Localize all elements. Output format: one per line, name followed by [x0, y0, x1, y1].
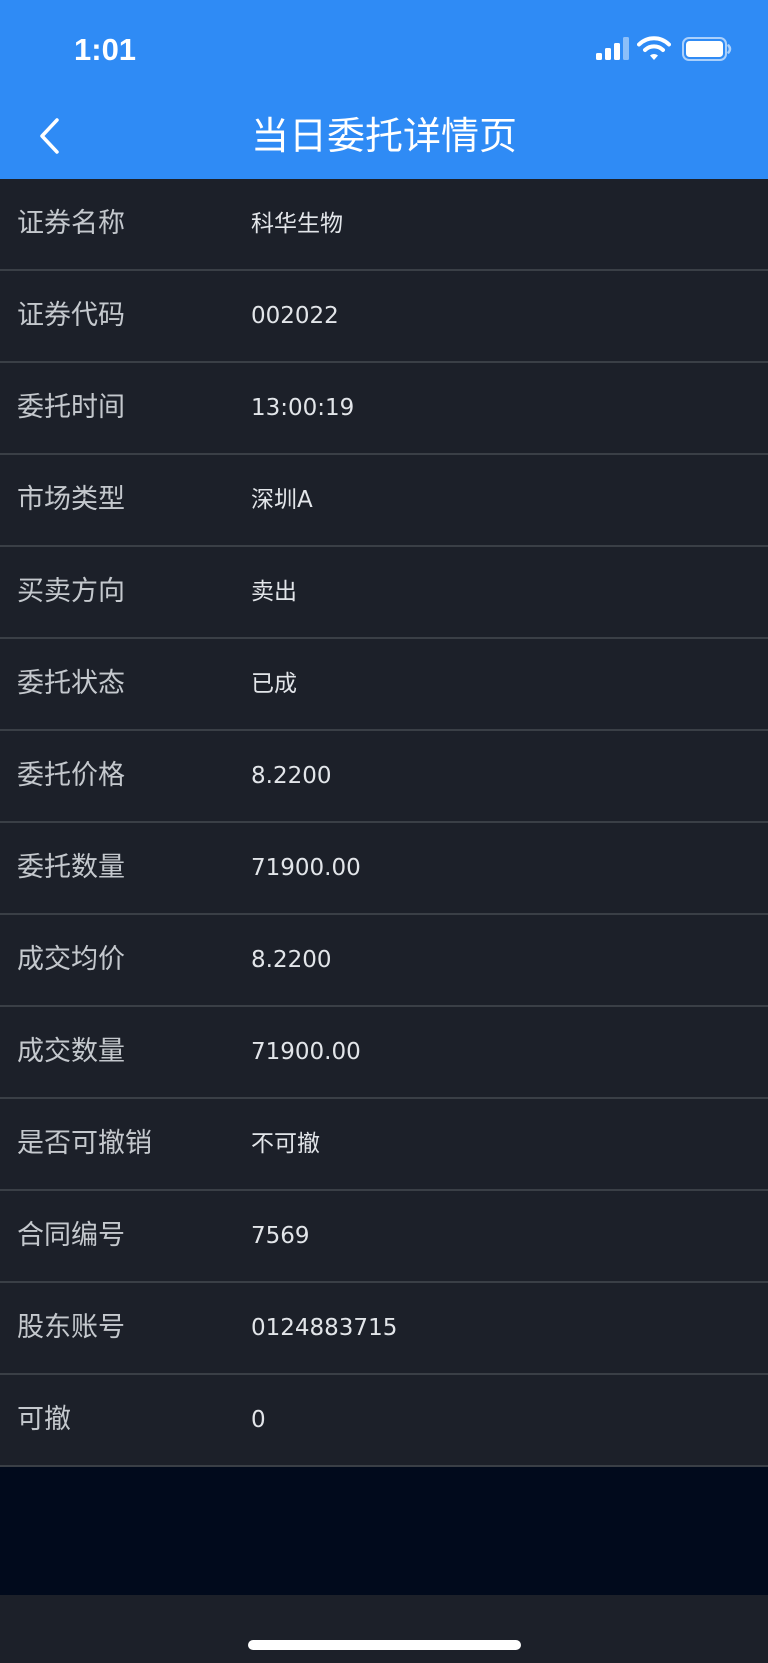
- row-label: 股东账号: [17, 1312, 125, 1343]
- page-title: 当日委托详情页: [250, 114, 517, 158]
- row-value: 71900.00: [251, 1039, 361, 1065]
- row-label: 委托状态: [17, 668, 125, 699]
- detail-row-order-price: 委托价格 8.2200: [0, 731, 768, 823]
- back-button[interactable]: [28, 108, 72, 164]
- chevron-left-icon: [40, 118, 59, 154]
- row-label: 可撤: [17, 1404, 71, 1435]
- detail-row-avg-fill-price: 成交均价 8.2200: [0, 915, 768, 1007]
- detail-row-order-status: 委托状态 已成: [0, 639, 768, 731]
- row-value: 8.2200: [251, 947, 332, 973]
- detail-row-cancellable: 是否可撤销 不可撤: [0, 1099, 768, 1191]
- detail-row-market-type: 市场类型 深圳A: [0, 455, 768, 547]
- row-label: 合同编号: [17, 1220, 125, 1251]
- detail-row-security-code: 证券代码 002022: [0, 271, 768, 363]
- row-label: 证券代码: [17, 300, 125, 331]
- row-value: 科华生物: [251, 211, 343, 237]
- detail-row-security-name: 证券名称 科华生物: [0, 179, 768, 271]
- status-bar-icons: [590, 30, 740, 70]
- home-indicator[interactable]: [248, 1640, 521, 1650]
- row-value: 卖出: [251, 579, 297, 605]
- row-value: 不可撤: [251, 1131, 320, 1157]
- cellular-signal-icon: [596, 36, 632, 60]
- detail-row-order-quantity: 委托数量 71900.00: [0, 823, 768, 915]
- bottom-safe-area: [0, 1595, 768, 1663]
- detail-row-trade-direction: 买卖方向 卖出: [0, 547, 768, 639]
- order-detail-list: 证券名称 科华生物 证券代码 002022 委托时间 13:00:19 市场类型…: [0, 179, 768, 1467]
- row-label: 买卖方向: [17, 576, 125, 607]
- wifi-icon: [637, 35, 671, 61]
- row-label: 成交数量: [17, 1036, 125, 1067]
- battery-icon: [682, 37, 732, 61]
- app-header: 1:01 当日委托详情页: [0, 0, 768, 179]
- row-value: 002022: [251, 303, 339, 329]
- detail-row-order-time: 委托时间 13:00:19: [0, 363, 768, 455]
- row-value: 13:00:19: [251, 395, 355, 421]
- row-label: 成交均价: [17, 944, 125, 975]
- row-label: 是否可撤销: [17, 1128, 152, 1159]
- detail-row-contract-number: 合同编号 7569: [0, 1191, 768, 1283]
- row-label: 市场类型: [17, 484, 125, 515]
- detail-row-shareholder-account: 股东账号 0124883715: [0, 1283, 768, 1375]
- row-label: 委托数量: [17, 852, 125, 883]
- detail-row-cancellable-quantity: 可撤 0: [0, 1375, 768, 1467]
- row-label: 委托价格: [17, 760, 125, 791]
- row-value: 8.2200: [251, 763, 332, 789]
- row-value: 0124883715: [251, 1315, 398, 1341]
- detail-row-fill-quantity: 成交数量 71900.00: [0, 1007, 768, 1099]
- row-value: 7569: [251, 1223, 310, 1249]
- row-label: 证券名称: [17, 208, 125, 239]
- row-value: 深圳A: [251, 487, 313, 513]
- row-value: 71900.00: [251, 855, 361, 881]
- row-label: 委托时间: [17, 392, 125, 423]
- status-bar-time: 1:01: [74, 32, 137, 67]
- row-value: 已成: [251, 671, 297, 697]
- row-value: 0: [251, 1407, 266, 1433]
